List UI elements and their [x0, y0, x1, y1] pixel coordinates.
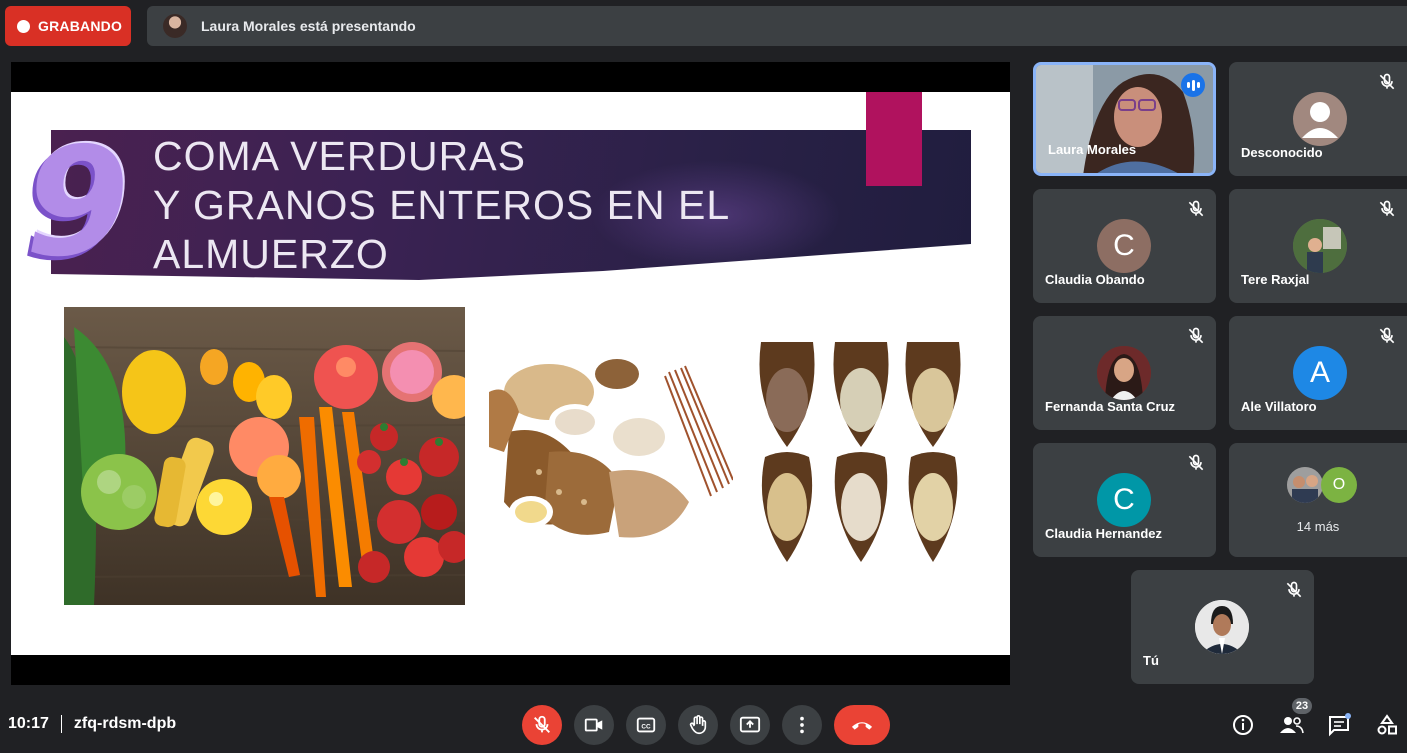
participant-name: Claudia Obando: [1045, 272, 1145, 287]
recording-label: GRABANDO: [38, 18, 123, 34]
presenter-avatar: [163, 14, 187, 38]
presenting-banner: Laura Morales está presentando: [147, 6, 1407, 46]
initial-avatar: C: [1097, 219, 1151, 273]
shared-slide: 9 COMA VERDURAS Y GRANOS ENTEROS EN EL A…: [11, 92, 1010, 655]
meeting-code: zfq-rdsm-dpb: [73, 715, 177, 732]
more-participants-tile[interactable]: O 14 más: [1229, 443, 1407, 557]
participant-tile-claudia-obando[interactable]: C Claudia Obando: [1033, 189, 1216, 303]
participant-tile-desconocido[interactable]: Desconocido: [1229, 62, 1407, 176]
more-participants-label: 14 más: [1296, 519, 1340, 534]
photo-avatar: [1097, 346, 1151, 400]
mic-toggle-button[interactable]: [522, 705, 562, 745]
more-options-button[interactable]: [782, 705, 822, 745]
participant-name: Fernanda Santa Cruz: [1045, 399, 1176, 414]
default-avatar-icon: [1293, 92, 1347, 146]
participant-name: Claudia Hernandez: [1045, 526, 1163, 541]
slide-title: COMA VERDURAS Y GRANOS ENTEROS EN EL ALM…: [153, 132, 730, 279]
people-button[interactable]: [1277, 711, 1305, 739]
participant-tile-ale-villatoro[interactable]: A Ale Villatoro: [1229, 316, 1407, 430]
mic-off-icon: [1188, 327, 1204, 344]
mic-off-icon: [1286, 581, 1302, 598]
mic-off-icon: [1188, 200, 1204, 217]
mic-off-icon: [534, 715, 550, 733]
participant-tile-fernanda-santa-cruz[interactable]: Fernanda Santa Cruz: [1033, 316, 1216, 430]
group-avatar: [1287, 467, 1323, 503]
chat-button[interactable]: [1325, 711, 1353, 739]
participant-count-badge: 23: [1292, 698, 1312, 714]
hand-icon: [689, 715, 707, 735]
people-icon: [1280, 717, 1304, 734]
initial-avatar: C: [1097, 473, 1151, 527]
current-time: 10:17: [8, 715, 49, 732]
camera-toggle-button[interactable]: [574, 705, 614, 745]
photo-avatar: [1293, 219, 1347, 273]
presenting-text: Laura Morales está presentando: [201, 18, 416, 34]
breads-grains-image: [489, 352, 734, 552]
participant-tile-tere-raxjal[interactable]: Tere Raxjal: [1229, 189, 1407, 303]
initial-avatar: A: [1293, 346, 1347, 400]
activities-icon: [1377, 714, 1397, 735]
participant-tile-self[interactable]: Tú: [1131, 570, 1314, 684]
slide-number: 9: [25, 116, 130, 290]
grain-spoons-image: [751, 342, 969, 567]
initial-avatar: O: [1321, 467, 1357, 503]
participant-name: Tere Raxjal: [1241, 272, 1310, 287]
activities-button[interactable]: [1373, 711, 1401, 739]
svg-text:CC: CC: [641, 724, 651, 731]
recording-indicator[interactable]: GRABANDO: [5, 6, 131, 46]
slide-accent-bar: [866, 92, 922, 186]
more-vert-icon: [800, 716, 804, 734]
captions-icon: CC: [636, 717, 656, 733]
info-icon: [1233, 715, 1253, 735]
chat-icon: [1329, 713, 1351, 737]
mic-off-icon: [1379, 200, 1395, 217]
presentation-stage: 9 COMA VERDURAS Y GRANOS ENTEROS EN EL A…: [11, 62, 1010, 685]
participant-tile-claudia-hernandez[interactable]: C Claudia Hernandez: [1033, 443, 1216, 557]
present-screen-icon: [739, 716, 761, 733]
captions-button[interactable]: CC: [626, 705, 666, 745]
record-dot-icon: [17, 19, 30, 33]
meeting-info: 10:17 zfq-rdsm-dpb: [8, 715, 176, 733]
mic-off-icon: [1379, 73, 1395, 90]
slide-title-line: COMA VERDURAS: [153, 133, 526, 179]
end-call-icon: [851, 722, 873, 730]
mic-off-icon: [1188, 454, 1204, 471]
speaking-indicator-icon: [1181, 73, 1205, 97]
participant-name: Ale Villatoro: [1241, 399, 1317, 414]
present-screen-button[interactable]: [730, 705, 770, 745]
photo-avatar: [1195, 600, 1249, 654]
participant-name: Laura Morales: [1048, 142, 1137, 157]
participant-name: Tú: [1143, 653, 1159, 668]
camera-icon: [584, 718, 603, 732]
meeting-details-button[interactable]: [1229, 711, 1257, 739]
participant-tile-laura-morales[interactable]: Laura Morales: [1033, 62, 1216, 176]
slide-title-line: Y GRANOS ENTEROS EN EL: [153, 182, 731, 228]
mic-off-icon: [1379, 327, 1395, 344]
slide-title-line: ALMUERZO: [153, 231, 389, 277]
raise-hand-button[interactable]: [678, 705, 718, 745]
vegetables-image: [64, 307, 465, 605]
participant-name: Desconocido: [1241, 145, 1323, 160]
leave-call-button[interactable]: [834, 705, 890, 745]
divider: [60, 715, 62, 733]
